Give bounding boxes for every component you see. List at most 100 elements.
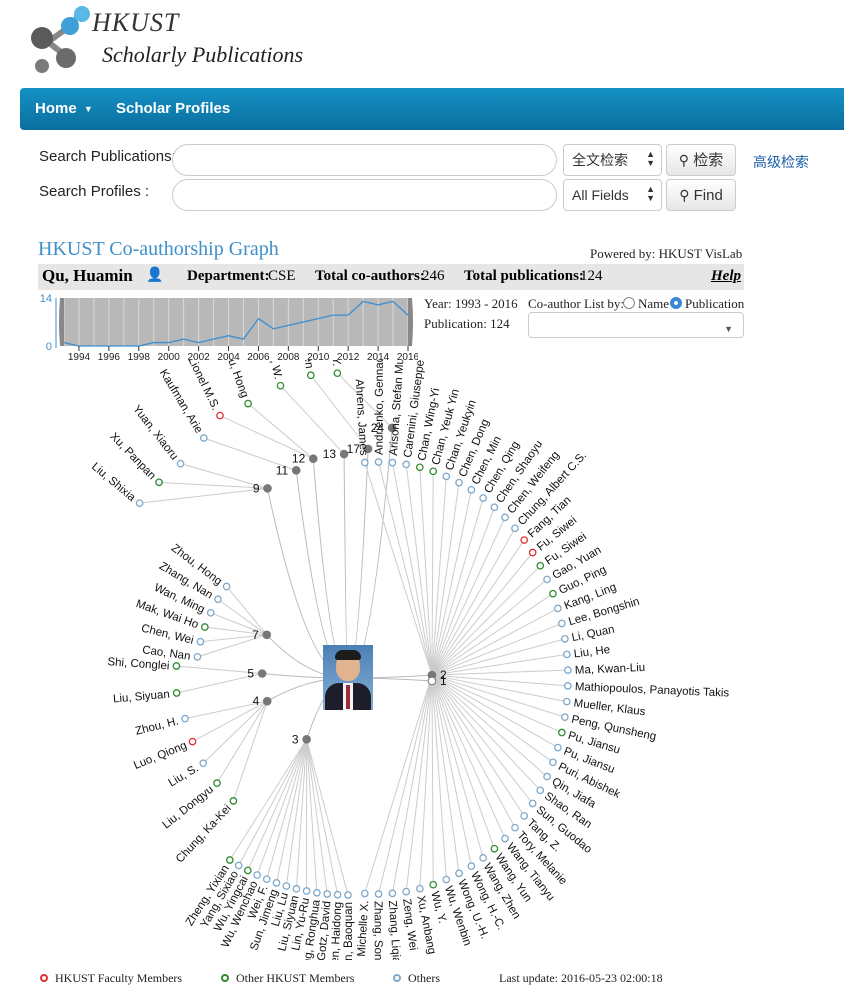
search-publications-input[interactable] <box>172 144 557 176</box>
caret-down-icon: ▼ <box>83 104 93 115</box>
leaf-link <box>232 700 268 802</box>
search-icon: ⚲ <box>678 152 690 168</box>
coauthor-node <box>520 536 529 544</box>
leaf-link <box>431 674 548 777</box>
coauthor-node <box>415 884 424 893</box>
leaf-link <box>229 739 308 861</box>
leaf-link <box>378 674 433 895</box>
group-node <box>262 696 272 706</box>
profiles-find-button[interactable]: ⚲ Find <box>666 179 736 211</box>
year-range: Year: 1993 - 2016 <box>424 296 518 312</box>
coauthor-node <box>429 467 438 476</box>
coauthor-node <box>402 460 411 469</box>
coauthor-node <box>543 772 551 781</box>
person-icon: 👤 <box>146 268 164 283</box>
coauthorship-graph[interactable]: Wu, Y.24Chan, Ming Yuen17Cui, W.13Zhou, … <box>0 360 844 960</box>
publication-timeline[interactable]: 1401994 1996 1998 2000 2002 2004 2006 2008 2010 2… <box>38 290 418 366</box>
publications-label: Total publications: <box>464 268 584 284</box>
publication-count: Publication: 124 <box>424 316 510 332</box>
logo-subtitle: Scholarly Publications <box>102 42 304 67</box>
coauthor-node <box>199 434 208 442</box>
coauthor-node <box>172 662 181 670</box>
coauthor-node <box>374 458 383 466</box>
coauthor-list-select[interactable]: ▼ <box>528 312 744 338</box>
radio-publication-label: Publication <box>685 296 745 311</box>
coauthor-node <box>229 797 238 805</box>
coauthor-label: Liu, He <box>573 644 611 660</box>
tie-shape <box>346 685 350 709</box>
coauthor-node <box>135 499 144 508</box>
group-count-label: 3 <box>292 732 299 746</box>
others-legend-icon <box>393 974 401 982</box>
coauthor-label: Chan, Ming Yuen <box>292 360 315 369</box>
group-count-label: 9 <box>253 481 260 495</box>
leaf-link <box>247 403 314 460</box>
leaf-link <box>306 739 349 896</box>
coauthor-node <box>222 582 231 591</box>
timeline-plot-bg <box>64 298 408 346</box>
coauthor-node <box>276 381 285 390</box>
publication-count-value: 124 <box>490 316 510 331</box>
search-profiles-input[interactable] <box>172 179 557 211</box>
coauthor-node <box>360 889 369 898</box>
coauthor-node <box>188 737 197 746</box>
nav-scholar-profiles[interactable]: Scholar Profiles <box>116 88 230 130</box>
publications-scope-value: 全文检索 <box>572 152 628 168</box>
radio-publication[interactable] <box>670 297 682 309</box>
coauthor-node <box>213 779 221 788</box>
nav-home-label: Home <box>35 100 77 117</box>
coauthor-node <box>388 458 397 467</box>
coauthor-node <box>554 604 562 613</box>
coauthor-node <box>333 369 342 378</box>
profiles-scope-select[interactable]: All Fields ▲ ▼ <box>563 179 662 211</box>
group-node <box>308 454 318 464</box>
coauthor-node <box>253 871 262 879</box>
leaf-link <box>405 464 433 676</box>
coauthor-node <box>216 411 224 420</box>
scholar-photo-frame[interactable] <box>323 645 373 710</box>
coauthor-node <box>234 861 243 870</box>
coauthors-label: Total co-authors: <box>315 268 425 284</box>
coauthors-value: 246 <box>422 268 445 284</box>
coauthor-node <box>549 589 557 598</box>
publications-search-button[interactable]: ⚲ 检索 <box>666 144 736 176</box>
coauthor-label: Li, Quan <box>571 624 616 645</box>
year-label: Year: <box>424 296 452 311</box>
coauthor-node <box>455 478 463 487</box>
timeline-handle-left <box>59 298 64 346</box>
nav-home-dropdown[interactable]: Home ▼ <box>35 88 93 130</box>
advanced-search-link[interactable]: 高级检索 <box>753 152 809 172</box>
hkust-logo-icon[interactable] <box>28 4 92 76</box>
coauthor-label: Zhang, Liqiang <box>386 900 403 960</box>
top-navbar: Home ▼ Scholar Profiles <box>20 88 844 130</box>
coauthor-node <box>543 575 551 584</box>
leaf-link <box>431 674 495 849</box>
radio-name[interactable] <box>623 297 635 309</box>
coauthor-node <box>333 890 342 899</box>
group-node <box>262 630 272 640</box>
timeline-y-max-label: 14 <box>40 293 52 305</box>
coauthor-node <box>528 548 537 557</box>
leaf-link <box>306 739 339 895</box>
coauthor-node <box>292 884 301 893</box>
coauthor-node <box>557 619 566 628</box>
coauthor-node <box>323 890 332 898</box>
coauthor-node <box>176 459 185 468</box>
coauthor-node <box>415 463 424 472</box>
group-node <box>263 484 272 493</box>
powered-by: Powered by: HKUST VisLab <box>590 246 743 261</box>
help-link[interactable]: Help <box>711 268 741 285</box>
coauthor-label: Andrienko, Gennady <box>374 360 386 455</box>
coauthor-node <box>490 844 499 853</box>
coauthor-node <box>536 786 545 795</box>
leaf-link <box>431 471 434 676</box>
coauthor-label: Zhang, Song <box>372 901 384 960</box>
leaf-link <box>405 675 433 892</box>
coauthor-label: Zhou, H. <box>134 715 180 737</box>
coauthor-node <box>199 759 208 768</box>
coauthor-node <box>243 866 252 875</box>
coauthor-node <box>520 812 529 820</box>
others-legend-label: Others <box>408 971 440 985</box>
coauthor-node <box>442 472 451 481</box>
publications-scope-select[interactable]: 全文检索 ▲ ▼ <box>563 144 662 176</box>
